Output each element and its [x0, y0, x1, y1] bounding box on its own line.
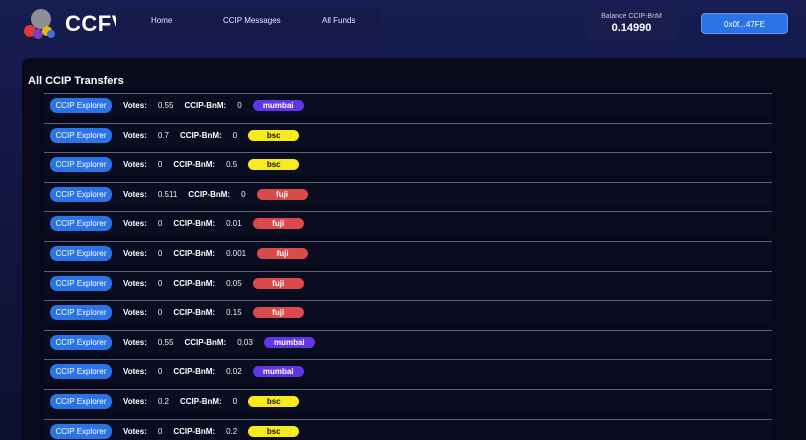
votes-label: Votes: [123, 130, 147, 140]
bnm-value: 0 [241, 189, 246, 199]
balance-card: Balance CCIP-BnM 0.14990 [585, 9, 678, 40]
transfer-row: CCIP Explorer Votes: 0 CCIP-BnM: 0.15 fuji [44, 300, 772, 325]
chain-badge: bsc [248, 396, 300, 407]
votes-label: Votes: [123, 278, 147, 288]
votes-value: 0.7 [157, 130, 169, 140]
votes-label: Votes: [123, 249, 147, 258]
nav-ccip-messages[interactable]: CCIP Messages [223, 16, 281, 25]
bnm-value: 0.5 [226, 160, 238, 170]
bnm-label: CCIP-BnM: [173, 426, 216, 436]
votes-value: 0.55 [157, 101, 174, 110]
wallet-address-button[interactable]: 0x0f...47FE [701, 13, 788, 34]
transfer-row: CCIP Explorer Votes: 0 CCIP-BnM: 0.01 fuji [44, 211, 772, 236]
bnm-value: 0 [237, 101, 242, 110]
bnm-label: CCIP-BnM: [173, 249, 216, 258]
bnm-label: CCIP-BnM: [173, 278, 216, 288]
votes-label: Votes: [123, 397, 147, 406]
chain-badge: bsc [248, 425, 300, 437]
bnm-value: 0.2 [226, 426, 238, 436]
ccfv-logo-icon [24, 9, 55, 39]
balance-label: Balance CCIP-BnM [601, 13, 662, 20]
transfer-row: CCIP Explorer Votes: 0.55 CCIP-BnM: 0 mumbai [44, 93, 772, 117]
bnm-value: 0.03 [237, 337, 253, 347]
votes-label: Votes: [123, 426, 147, 436]
ccip-explorer-button[interactable]: CCIP Explorer [50, 423, 112, 439]
votes-label: Votes: [123, 367, 147, 377]
bnm-value: 0.15 [226, 308, 242, 318]
chain-badge: fuji [252, 277, 304, 289]
chain-badge: fuji [257, 248, 309, 259]
transfer-row: CCIP Explorer Votes: 0.511 CCIP-BnM: 0 fuji [44, 181, 772, 206]
transfer-row: CCIP Explorer Votes: 0 CCIP-BnM: 0.02 mumbai [44, 359, 772, 384]
votes-value: 0 [157, 367, 163, 377]
bnm-label: CCIP-BnM: [179, 130, 222, 140]
votes-label: Votes: [123, 219, 147, 229]
ccip-explorer-button[interactable]: CCIP Explorer [50, 216, 112, 232]
bnm-label: CCIP-BnM: [184, 337, 227, 347]
votes-value: 0 [157, 160, 163, 170]
transfers-panel: All CCIP Transfers CCIP Explorer Votes: 0.… [22, 58, 806, 440]
votes-value: 0.2 [157, 397, 169, 406]
ccip-explorer-button[interactable]: CCIP Explorer [50, 186, 112, 202]
votes-value: 0.511 [157, 189, 178, 199]
ccip-explorer-button[interactable]: CCIP Explorer [50, 364, 112, 380]
bnm-value: 0.001 [226, 249, 247, 258]
bnm-value: 0 [232, 130, 238, 140]
chain-badge: fuji [256, 188, 308, 200]
votes-label: Votes: [123, 189, 147, 199]
bnm-label: CCIP-BnM: [173, 367, 216, 377]
transfer-row: CCIP Explorer Votes: 0 CCIP-BnM: 0.2 bsc [44, 418, 772, 440]
bnm-value: 0 [232, 397, 238, 406]
votes-value: 0 [157, 426, 163, 436]
votes-value: 0 [157, 219, 163, 229]
bnm-label: CCIP-BnM: [173, 219, 216, 229]
ccip-explorer-button[interactable]: CCIP Explorer [50, 98, 112, 113]
ccip-explorer-button[interactable]: CCIP Explorer [50, 275, 112, 291]
votes-value: 0 [157, 249, 163, 258]
votes-value: 0 [157, 308, 163, 318]
page-title: All CCIP Transfers [28, 75, 124, 87]
bnm-value: 0.05 [226, 278, 242, 288]
votes-label: Votes: [123, 308, 147, 318]
ccip-explorer-button[interactable]: CCIP Explorer [50, 127, 112, 143]
ccip-explorer-button[interactable]: CCIP Explorer [50, 246, 112, 261]
bnm-value: 0.02 [226, 367, 242, 377]
chain-badge: fuji [252, 307, 304, 319]
votes-label: Votes: [123, 160, 147, 170]
transfer-row: CCIP Explorer Votes: 0 CCIP-BnM: 0.001 fuji [44, 241, 772, 265]
chain-badge: bsc [248, 129, 300, 141]
chain-badge: mumbai [252, 366, 304, 378]
bnm-label: CCIP-BnM: [188, 189, 231, 199]
transfer-row: CCIP Explorer Votes: 0.7 CCIP-BnM: 0 bsc [44, 122, 772, 147]
bnm-label: CCIP-BnM: [184, 101, 227, 110]
top-bar: CCFV Home CCIP Messages All Funds Balanc… [0, 0, 806, 50]
votes-label: Votes: [123, 101, 147, 110]
transfer-row: CCIP Explorer Votes: 0 CCIP-BnM: 0.5 bsc [44, 152, 772, 177]
bnm-label: CCIP-BnM: [179, 397, 222, 406]
chain-badge: bsc [248, 159, 300, 171]
chain-badge: fuji [252, 218, 304, 230]
main-nav: Home CCIP Messages All Funds [116, 9, 380, 37]
transfer-row: CCIP Explorer Votes: 0 CCIP-BnM: 0.05 fuji [44, 270, 772, 295]
chain-badge: mumbai [252, 100, 304, 111]
votes-value: 0.55 [157, 337, 174, 347]
bnm-label: CCIP-BnM: [173, 308, 216, 318]
transfer-row: CCIP Explorer Votes: 0.2 CCIP-BnM: 0 bsc [44, 389, 772, 413]
balance-value: 0.14990 [611, 22, 652, 34]
votes-value: 0 [157, 278, 163, 288]
nav-home[interactable]: Home [151, 16, 172, 25]
bnm-value: 0.01 [226, 219, 242, 229]
ccip-explorer-button[interactable]: CCIP Explorer [50, 305, 112, 321]
transfer-row: CCIP Explorer Votes: 0.55 CCIP-BnM: 0.03 mumb… [44, 329, 772, 354]
ccip-explorer-button[interactable]: CCIP Explorer [50, 157, 112, 173]
nav-all-funds[interactable]: All Funds [322, 16, 355, 25]
ccip-explorer-button[interactable]: CCIP Explorer [50, 334, 112, 350]
ccip-explorer-button[interactable]: CCIP Explorer [50, 394, 112, 409]
votes-label: Votes: [123, 337, 147, 347]
bnm-label: CCIP-BnM: [173, 160, 216, 170]
chain-badge: mumbai [263, 336, 315, 348]
